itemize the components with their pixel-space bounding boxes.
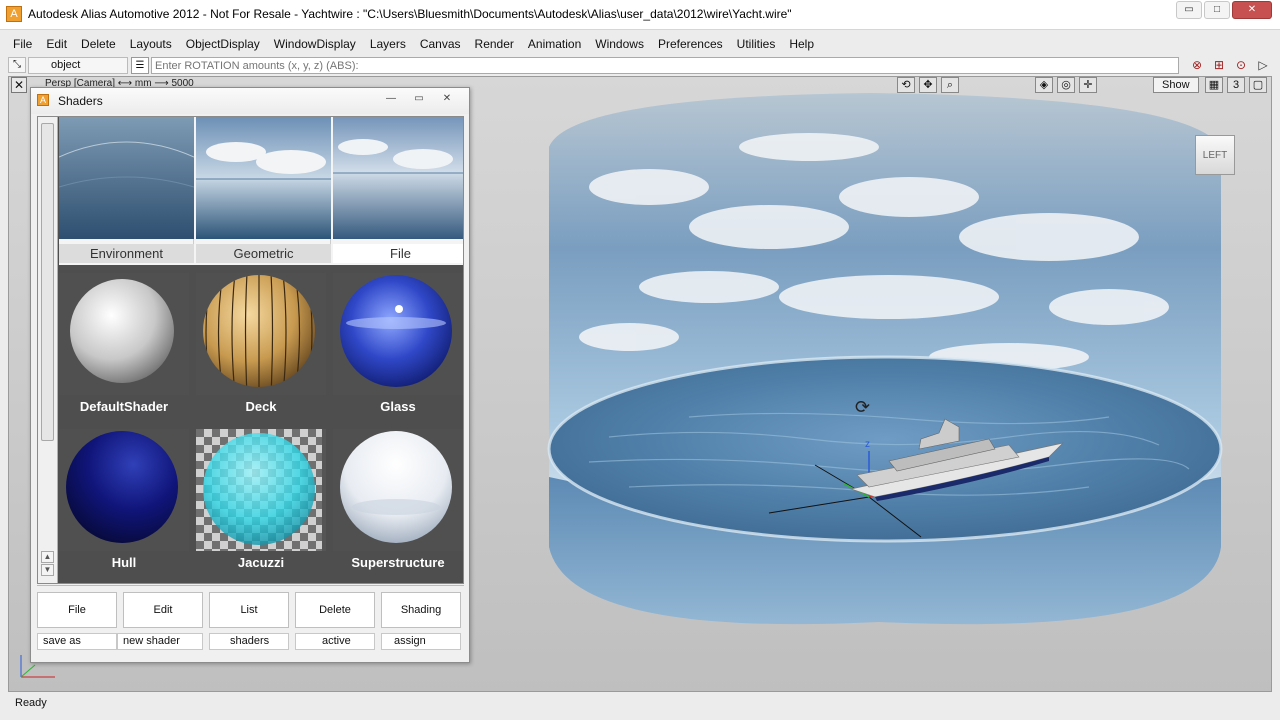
zoom-icon[interactable]: ⌕ (941, 77, 959, 93)
superstructure-swatch (333, 429, 463, 551)
shading-action-button[interactable]: Shading (381, 592, 461, 628)
shaders-subbutton[interactable]: shaders (209, 633, 289, 650)
shaders-window: A Shaders — ▭ ✕ ▲ ▼ Environment Geometri… (30, 87, 470, 663)
shader-list-scrollbar[interactable]: ▲ ▼ (38, 117, 58, 583)
glass-label: Glass (380, 399, 416, 414)
command-bar: ⤡ object ☰ ⊗ ⊞ ⊙ ▷ (0, 56, 1280, 75)
defaultshader-label: DefaultShader (79, 399, 169, 414)
view-number[interactable]: 3 (1227, 77, 1245, 93)
shader-tile-glass[interactable]: Glass (333, 273, 463, 425)
deck-label: Deck (245, 399, 277, 414)
axis-z-label: z (865, 439, 870, 450)
shader-tile-defaultshader[interactable]: DefaultShader (59, 273, 189, 425)
environment-row: Environment Geometric File (59, 117, 463, 265)
shader-tile-jacuzzi[interactable]: Jacuzzi (196, 429, 326, 581)
shaders-minimize-button[interactable]: — (379, 91, 403, 107)
superstructure-label: Superstructure (351, 555, 445, 570)
list-action-button[interactable]: List (209, 592, 289, 628)
menu-animation[interactable]: Animation (521, 37, 588, 51)
viewport-close-icon[interactable]: ✕ (11, 77, 27, 93)
viewcube[interactable]: LEFT (1189, 127, 1239, 177)
maximize-view-icon[interactable]: ▢ (1249, 77, 1267, 93)
hull-label: Hull (111, 555, 137, 570)
environment-label: Environment (59, 244, 194, 263)
window-grid-icon[interactable]: ▦ (1205, 77, 1223, 93)
defaultshader-swatch (59, 273, 189, 395)
jacuzzi-label: Jacuzzi (237, 555, 285, 570)
menu-layers[interactable]: Layers (363, 37, 413, 51)
track-icon[interactable]: ✥ (919, 77, 937, 93)
show-button[interactable]: Show (1153, 77, 1199, 93)
play-icon[interactable]: ▷ (1254, 57, 1272, 74)
shaders-close-button[interactable]: ✕ (435, 91, 459, 107)
delete-action-button[interactable]: Delete (295, 592, 375, 628)
fit-view-icon[interactable]: ◎ (1057, 77, 1075, 93)
shader-panel-divider (37, 585, 464, 589)
command-history-icon[interactable]: ☰ (131, 57, 149, 74)
environment-tile[interactable]: Environment (59, 117, 194, 263)
menu-windows[interactable]: Windows (588, 37, 651, 51)
shaders-window-icon: A (37, 94, 49, 106)
scrollbar-thumb[interactable] (41, 123, 54, 441)
window-title: Autodesk Alias Automotive 2012 - Not For… (28, 7, 792, 21)
snap-curve-icon[interactable]: ⊗ (1188, 57, 1206, 74)
maximize-button[interactable]: □ (1204, 1, 1230, 19)
menu-delete[interactable]: Delete (74, 37, 123, 51)
shader-tile-deck[interactable]: Deck (196, 273, 326, 425)
look-at-icon[interactable]: ◈ (1035, 77, 1053, 93)
pick-tool-icon[interactable]: ⤡ (8, 57, 26, 73)
file-label: File (333, 244, 463, 263)
move-view-icon[interactable]: ✛ (1079, 77, 1097, 93)
edit-action-button[interactable]: Edit (123, 592, 203, 628)
file-swatch (333, 117, 463, 239)
glass-swatch (333, 273, 463, 395)
menu-windowdisplay[interactable]: WindowDisplay (267, 37, 363, 51)
menu-file[interactable]: File (6, 37, 39, 51)
menu-bar: File Edit Delete Layouts ObjectDisplay W… (0, 33, 1280, 55)
menu-layouts[interactable]: Layouts (123, 37, 179, 51)
menu-utilities[interactable]: Utilities (730, 37, 783, 51)
assign-subbutton[interactable]: assign (381, 633, 461, 650)
menu-canvas[interactable]: Canvas (413, 37, 468, 51)
rotate-cursor-icon: ⟳ (855, 397, 871, 417)
snap-point-icon[interactable]: ⊙ (1232, 57, 1250, 74)
menu-edit[interactable]: Edit (39, 37, 74, 51)
alias-app-icon: A (6, 6, 22, 22)
shader-tile-hull[interactable]: Hull (59, 429, 189, 581)
save-as-subbutton[interactable]: save as (37, 633, 117, 650)
shaders-titlebar[interactable]: A Shaders — ▭ ✕ (31, 88, 469, 114)
hull-swatch (59, 429, 189, 551)
shaders-restore-button[interactable]: ▭ (407, 91, 431, 107)
deck-swatch (196, 273, 326, 395)
shaders-title: Shaders (58, 94, 103, 108)
geometric-tile[interactable]: Geometric (196, 117, 331, 263)
active-subbutton[interactable]: active (295, 633, 375, 650)
tumble-icon[interactable]: ⟲ (897, 77, 915, 93)
shader-tile-superstructure[interactable]: Superstructure (333, 429, 463, 581)
geometric-label: Geometric (196, 244, 331, 263)
title-bar: A Autodesk Alias Automotive 2012 - Not F… (0, 0, 1280, 30)
pick-mode-field[interactable]: object (28, 57, 128, 74)
scroll-up-arrow-icon[interactable]: ▲ (41, 551, 54, 563)
minimize-button[interactable]: ▭ (1176, 1, 1202, 19)
environment-swatch (59, 117, 194, 239)
geometric-swatch (196, 117, 331, 239)
menu-render[interactable]: Render (468, 37, 521, 51)
menu-preferences[interactable]: Preferences (651, 37, 730, 51)
file-action-button[interactable]: File (37, 592, 117, 628)
file-tile[interactable]: File (333, 117, 463, 263)
menu-help[interactable]: Help (782, 37, 821, 51)
scroll-down-arrow-icon[interactable]: ▼ (41, 564, 54, 576)
viewcube-left-face[interactable]: LEFT (1195, 135, 1235, 175)
snap-grid-icon[interactable]: ⊞ (1210, 57, 1228, 74)
status-bar: Ready (15, 697, 47, 709)
command-input[interactable] (151, 57, 1179, 74)
new-shader-subbutton[interactable]: new shader (117, 633, 203, 650)
close-button[interactable]: ✕ (1232, 1, 1272, 19)
menu-objectdisplay[interactable]: ObjectDisplay (179, 37, 267, 51)
jacuzzi-swatch (196, 429, 326, 551)
shader-list: ▲ ▼ Environment Geometric File DefaultSh… (37, 116, 464, 584)
